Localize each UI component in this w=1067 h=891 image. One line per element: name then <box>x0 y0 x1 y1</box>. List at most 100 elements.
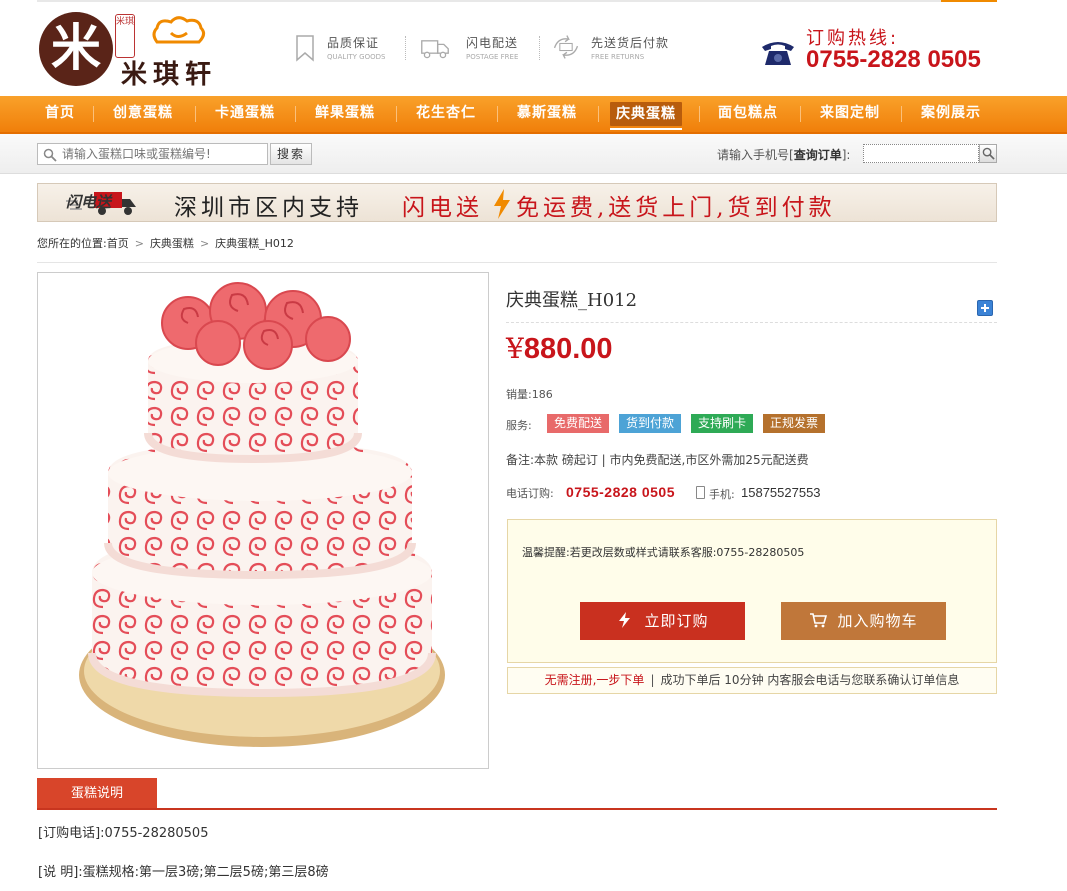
nav-separator <box>699 106 700 122</box>
breadcrumb-divider <box>37 262 997 263</box>
register-notice: 无需注册,一步下单 | 成功下单后 10分钟 内客服会电话与您联系确认订单信息 <box>507 667 997 694</box>
search-bar: 搜索 请输入手机号[查询订单]: <box>0 134 1067 174</box>
nav-separator <box>901 106 902 122</box>
search-input[interactable] <box>37 143 268 165</box>
service-tag-free-delivery: 免费配送 <box>547 414 610 433</box>
nav-separator <box>396 106 397 122</box>
tab-underline <box>37 808 997 810</box>
lightning-icon <box>619 611 631 628</box>
brand-name: 米琪轩 <box>121 60 218 90</box>
breadcrumb-separator: > <box>199 237 210 250</box>
register-highlight: 无需注册,一步下单 <box>544 673 645 687</box>
cart-icon <box>810 612 828 627</box>
badge-text: 闪电送 <box>66 193 112 211</box>
buy-now-button[interactable]: 立即订购 <box>580 602 745 640</box>
nav-item-nut[interactable]: 花生杏仁 <box>416 96 476 132</box>
mobile-label: 手机: <box>709 488 735 501</box>
tel-number: 0755-2828 0505 <box>566 484 675 500</box>
search-icon <box>982 147 995 160</box>
tel-label: 电话订购: <box>506 487 554 500</box>
product-title: 庆典蛋糕_H012 <box>506 290 638 311</box>
site-header: 米 米琪 米琪轩 品质保证 QUALITY GOODS 闪电配送 POSTAGE… <box>37 0 997 96</box>
main-nav-inner: 首页 创意蛋糕 卡通蛋糕 鲜果蛋糕 花生杏仁 慕斯蛋糕 庆典蛋糕 面包糕点 来图… <box>37 96 997 132</box>
divider <box>405 36 406 60</box>
service-tag-invoice: 正规发票 <box>763 414 826 433</box>
query-suffix: ]: <box>841 148 851 162</box>
service-tag-card: 支持刷卡 <box>691 414 754 433</box>
flash-delivery-badge: 闪电送 <box>64 189 138 217</box>
nav-item-creative[interactable]: 创意蛋糕 <box>113 96 173 132</box>
tab-cake-description[interactable]: 蛋糕说明 <box>37 778 157 809</box>
mobile-icon <box>696 486 705 499</box>
chef-hat-icon <box>152 16 206 44</box>
breadcrumb-current[interactable]: 庆典蛋糕_H012 <box>215 237 294 250</box>
description-spec: [说 明]:蛋糕规格:第一层3磅;第二层5磅;第三层8磅 <box>38 865 329 880</box>
add-to-cart-label: 加入购物车 <box>837 612 918 630</box>
nav-separator <box>497 106 498 122</box>
logo-mark: 米 <box>39 12 113 86</box>
nav-item-home[interactable]: 首页 <box>45 96 75 132</box>
nav-item-bread[interactable]: 面包糕点 <box>718 96 778 132</box>
order-query-button[interactable] <box>979 144 997 163</box>
nav-separator <box>598 106 599 122</box>
nav-item-custom[interactable]: 来图定制 <box>820 96 880 132</box>
nav-item-celebration[interactable]: 庆典蛋糕 <box>610 102 682 130</box>
truck-icon <box>421 40 449 59</box>
pipe-separator: | <box>650 673 655 687</box>
order-phone-input[interactable] <box>863 144 979 163</box>
nav-item-cases[interactable]: 案例展示 <box>921 96 981 132</box>
banner-text-free: 免运费,送货上门,货到付款 <box>516 195 836 221</box>
price-currency: ¥ <box>506 332 524 365</box>
banner-text-area: 深圳市区内支持 <box>174 195 363 221</box>
nav-item-mousse[interactable]: 慕斯蛋糕 <box>517 96 577 132</box>
search-button[interactable]: 搜索 <box>270 143 312 165</box>
hotline-number: 0755-2828 0505 <box>806 46 981 73</box>
breadcrumb-prefix: 您所在的位置: <box>37 237 107 250</box>
nav-item-cartoon[interactable]: 卡通蛋糕 <box>215 96 275 132</box>
tip-text: 温馨提醒:若更改层数或样式请联系客服:0755-28280505 <box>522 546 805 559</box>
add-to-cart-button[interactable]: 加入购物车 <box>781 602 946 640</box>
search-icon <box>43 148 57 162</box>
main-nav: 首页 创意蛋糕 卡通蛋糕 鲜果蛋糕 花生杏仁 慕斯蛋糕 庆典蛋糕 面包糕点 来图… <box>0 96 1067 134</box>
banner-text-flash: 闪电送 <box>402 195 483 221</box>
order-query-label: 请输入手机号[查询订单]: <box>717 146 850 163</box>
divider <box>539 36 540 60</box>
query-bold: 查询订单 <box>793 148 842 162</box>
price-amount: 880.00 <box>523 333 613 365</box>
sales-label: 销量: <box>506 388 532 401</box>
hotline: 订购热线: 0755-2828 0505 <box>760 22 1000 82</box>
logo-seal: 米琪 <box>115 14 135 58</box>
order-tip-box: 温馨提醒:若更改层数或样式请联系客服:0755-28280505 立即订购 加入… <box>507 519 997 663</box>
nav-item-fruit[interactable]: 鲜果蛋糕 <box>315 96 375 132</box>
feature-subtitle: FREE RETURNS <box>591 53 645 61</box>
breadcrumb-category[interactable]: 庆典蛋糕 <box>150 237 194 250</box>
delivery-banner[interactable]: 闪电送 深圳市区内支持 闪电送 免运费,送货上门,货到付款 <box>37 183 997 222</box>
product-image[interactable] <box>37 272 489 769</box>
breadcrumb-separator: > <box>134 237 144 250</box>
telephone-icon <box>762 42 794 65</box>
feature-title: 品质保证 <box>327 36 380 50</box>
sales-value: 186 <box>531 388 553 401</box>
mobile-number: 15875527553 <box>741 485 821 500</box>
bookmark-icon <box>296 35 314 62</box>
title-divider <box>506 322 997 323</box>
description-phone: [订购电话]:0755-28280505 <box>38 826 209 841</box>
breadcrumb-home[interactable]: 首页 <box>107 237 129 250</box>
feature-title: 先送货后付款 <box>591 36 670 50</box>
sales-count: 销量:186 <box>506 386 553 402</box>
return-icon <box>553 35 579 59</box>
register-rest: 成功下单后 10分钟 内客服会电话与您联系确认订单信息 <box>660 673 960 687</box>
feature-title: 闪电配送 <box>466 36 519 50</box>
service-tag-cod: 货到付款 <box>619 414 682 433</box>
plus-icon[interactable] <box>977 300 993 316</box>
lightning-icon <box>494 189 510 219</box>
product-price: ¥880.00 <box>506 332 613 366</box>
breadcrumb: 您所在的位置:首页 > 庆典蛋糕 > 庆典蛋糕_H012 <box>37 235 294 251</box>
product-note: 备注:本款 磅起订 | 市内免费配送,市区外需加25元配送费 <box>506 453 809 467</box>
nav-separator <box>295 106 296 122</box>
feature-subtitle: POSTAGE FREE <box>466 53 519 61</box>
cake-image <box>79 282 445 747</box>
logo[interactable]: 米 米琪 米琪轩 <box>39 10 244 90</box>
nav-separator <box>93 106 94 122</box>
nav-separator <box>800 106 801 122</box>
